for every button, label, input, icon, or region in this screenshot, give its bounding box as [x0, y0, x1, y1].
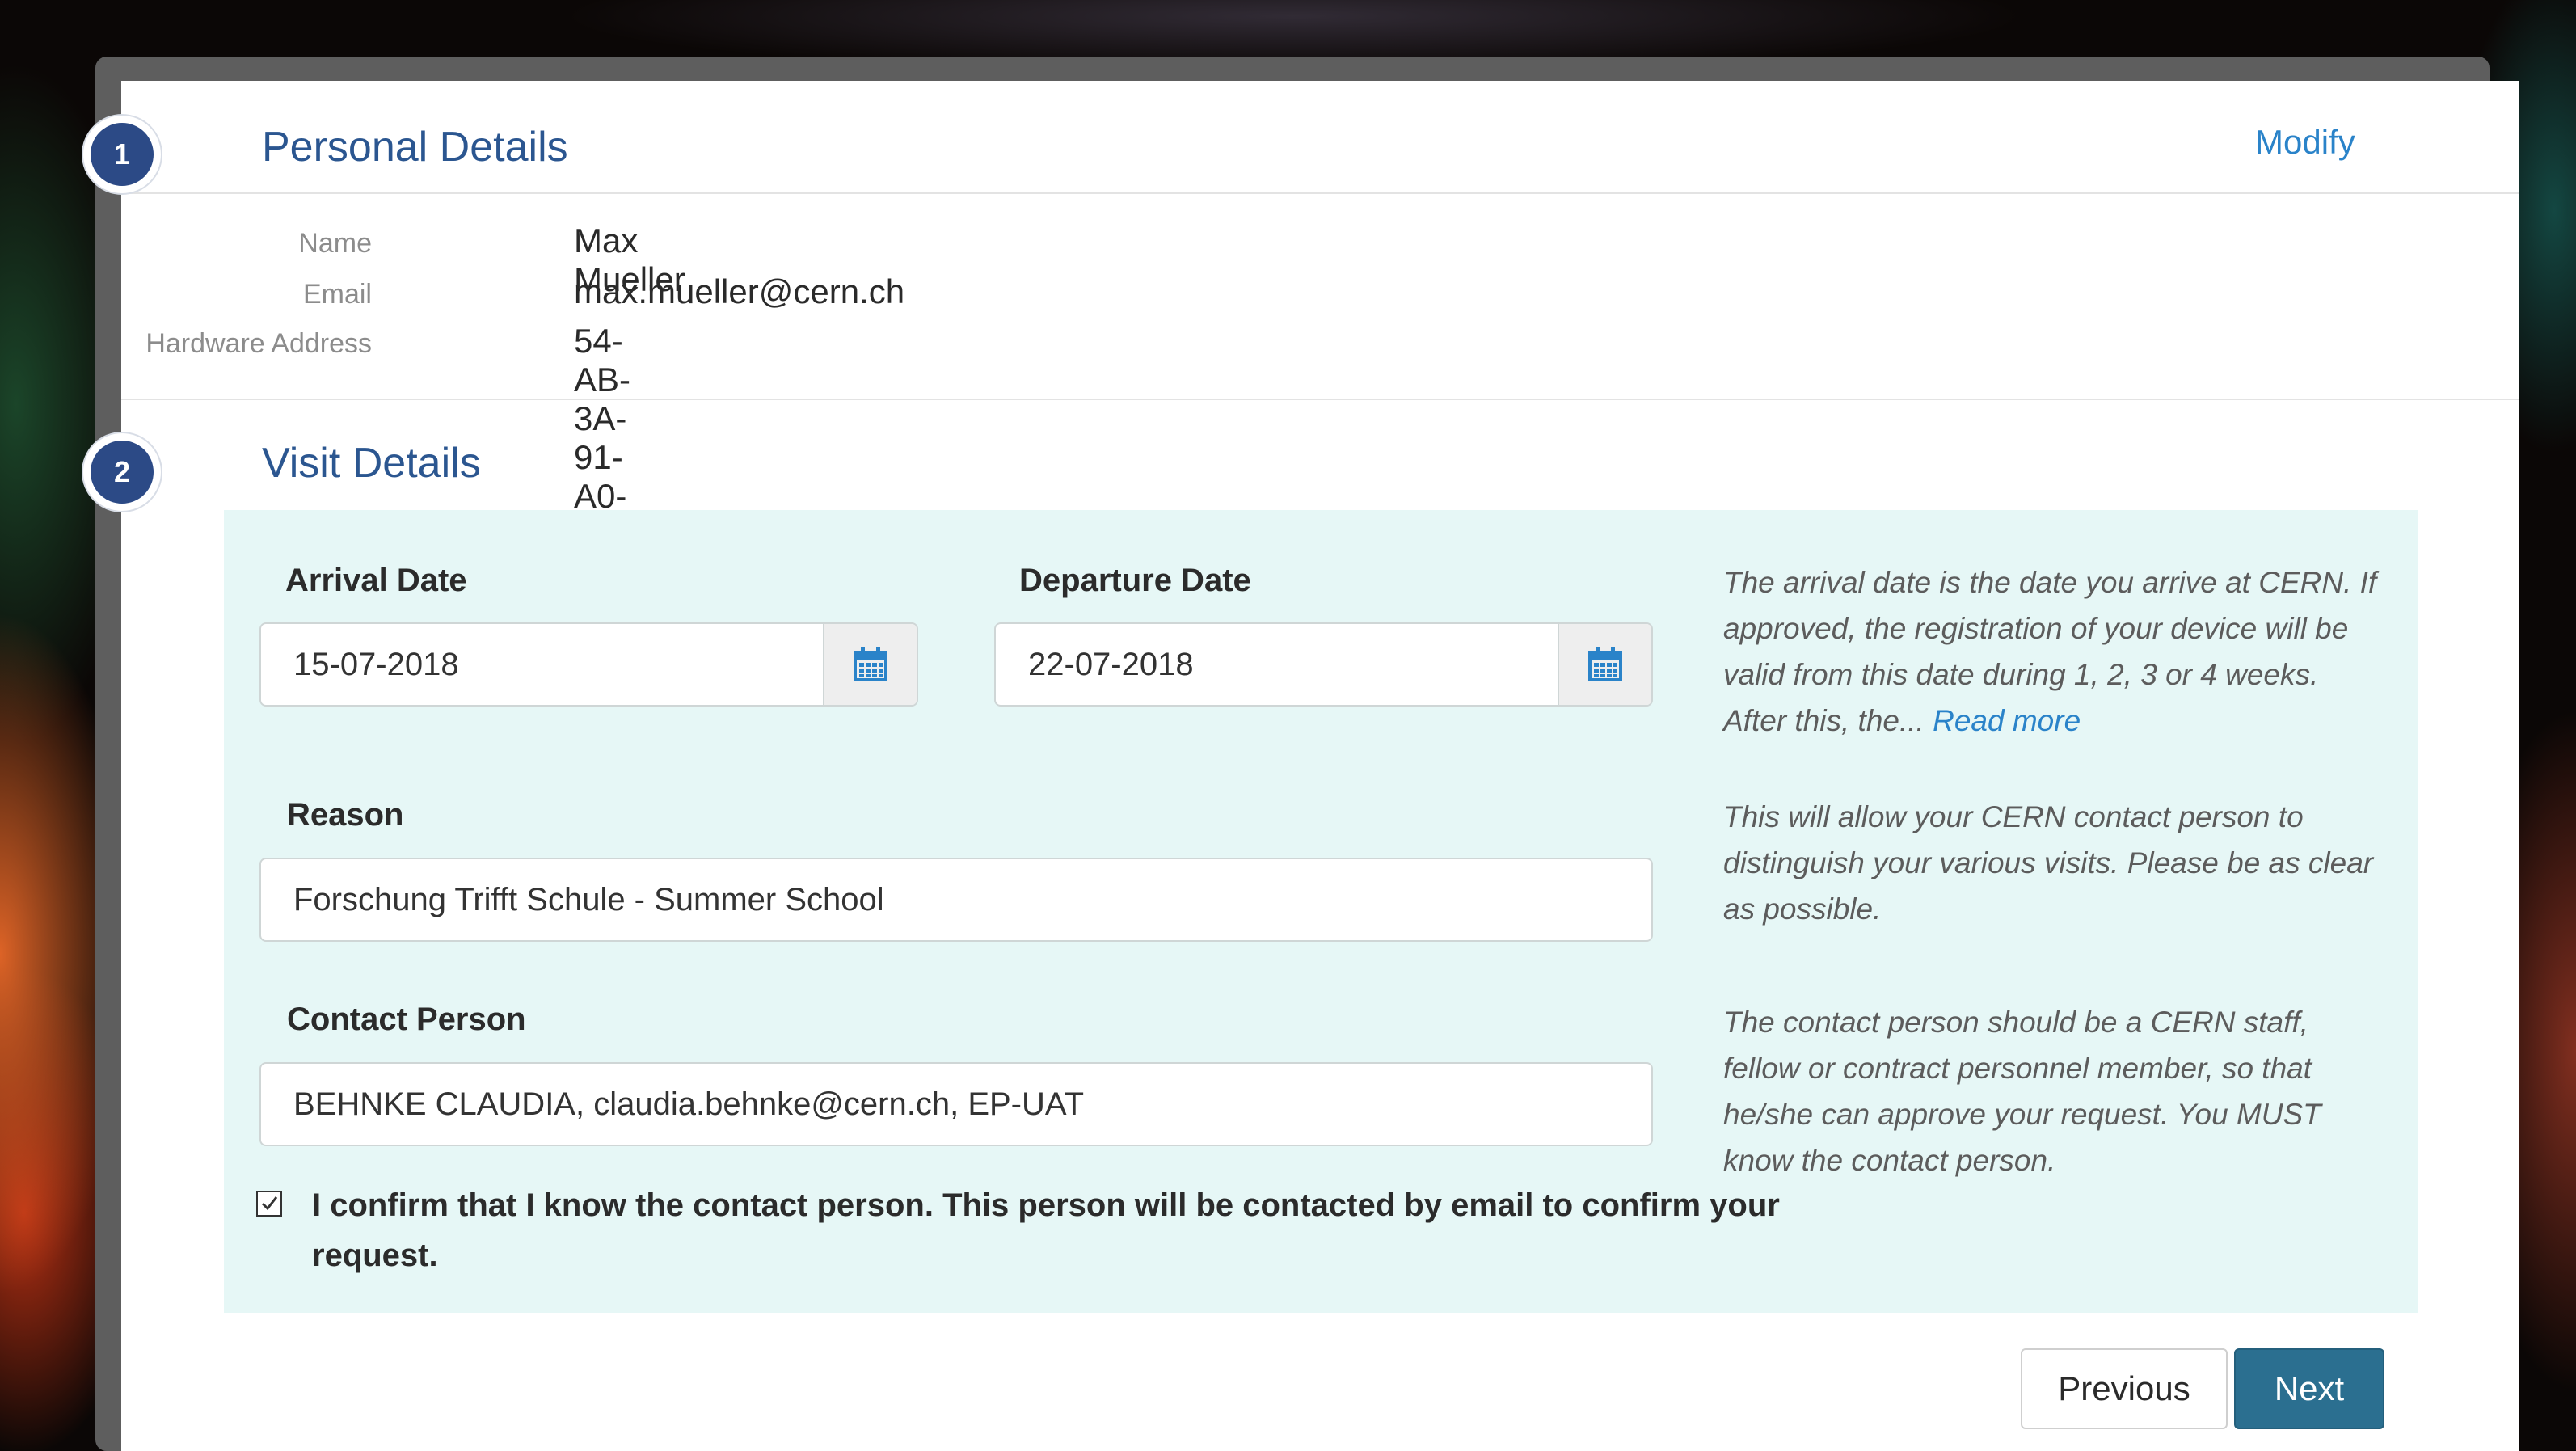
- step-badge-1: 1: [83, 116, 161, 193]
- contact-person-help: The contact person should be a CERN staf…: [1723, 1006, 2321, 1177]
- arrival-date-label: Arrival Date: [285, 563, 467, 598]
- read-more-link[interactable]: Read more: [1933, 704, 2081, 737]
- modify-link[interactable]: Modify: [2255, 123, 2355, 162]
- personal-details-title: Personal Details: [262, 124, 568, 171]
- registration-card: Personal Details Modify Name Max Mueller…: [121, 81, 2519, 1451]
- arrival-date-input-group: 15-07-2018: [259, 622, 918, 707]
- departure-date-label: Departure Date: [1019, 563, 1251, 598]
- visit-details-header: Visit Details: [121, 399, 2519, 512]
- previous-button[interactable]: Previous: [2021, 1348, 2228, 1429]
- departure-calendar-button[interactable]: [1558, 624, 1651, 705]
- arrival-date-help: The arrival date is the date you arrive …: [1723, 559, 2386, 744]
- email-label: Email: [302, 279, 372, 310]
- calendar-icon: [1588, 647, 1622, 681]
- departure-date-input-group: 22-07-2018: [994, 622, 1653, 707]
- next-button[interactable]: Next: [2234, 1348, 2384, 1429]
- email-value: max.mueller@cern.ch: [574, 272, 905, 310]
- calendar-icon: [854, 647, 887, 681]
- personal-details-header: Personal Details Modify: [121, 81, 2519, 194]
- reason-input[interactable]: Forschung Trifft Schule - Summer School: [259, 858, 1653, 942]
- check-icon: [261, 1196, 278, 1211]
- contact-person-input[interactable]: BEHNKE CLAUDIA, claudia.behnke@cern.ch, …: [259, 1062, 1653, 1146]
- name-label: Name: [298, 228, 372, 259]
- hardware-address-label: Hardware Address: [145, 328, 372, 359]
- confirm-contact-label[interactable]: I confirm that I know the contact person…: [312, 1180, 1791, 1280]
- departure-date-input[interactable]: 22-07-2018: [1028, 624, 1194, 705]
- header-divider: [121, 192, 2519, 194]
- arrival-calendar-button[interactable]: [823, 624, 917, 705]
- contact-person-label: Contact Person: [287, 1002, 526, 1037]
- visit-details-title: Visit Details: [262, 440, 481, 487]
- reason-help: This will allow your CERN contact person…: [1723, 800, 2374, 926]
- arrival-date-input[interactable]: 15-07-2018: [293, 624, 459, 705]
- step-badge-2: 2: [83, 433, 161, 511]
- confirm-contact-checkbox[interactable]: [256, 1191, 282, 1217]
- reason-label: Reason: [287, 797, 404, 833]
